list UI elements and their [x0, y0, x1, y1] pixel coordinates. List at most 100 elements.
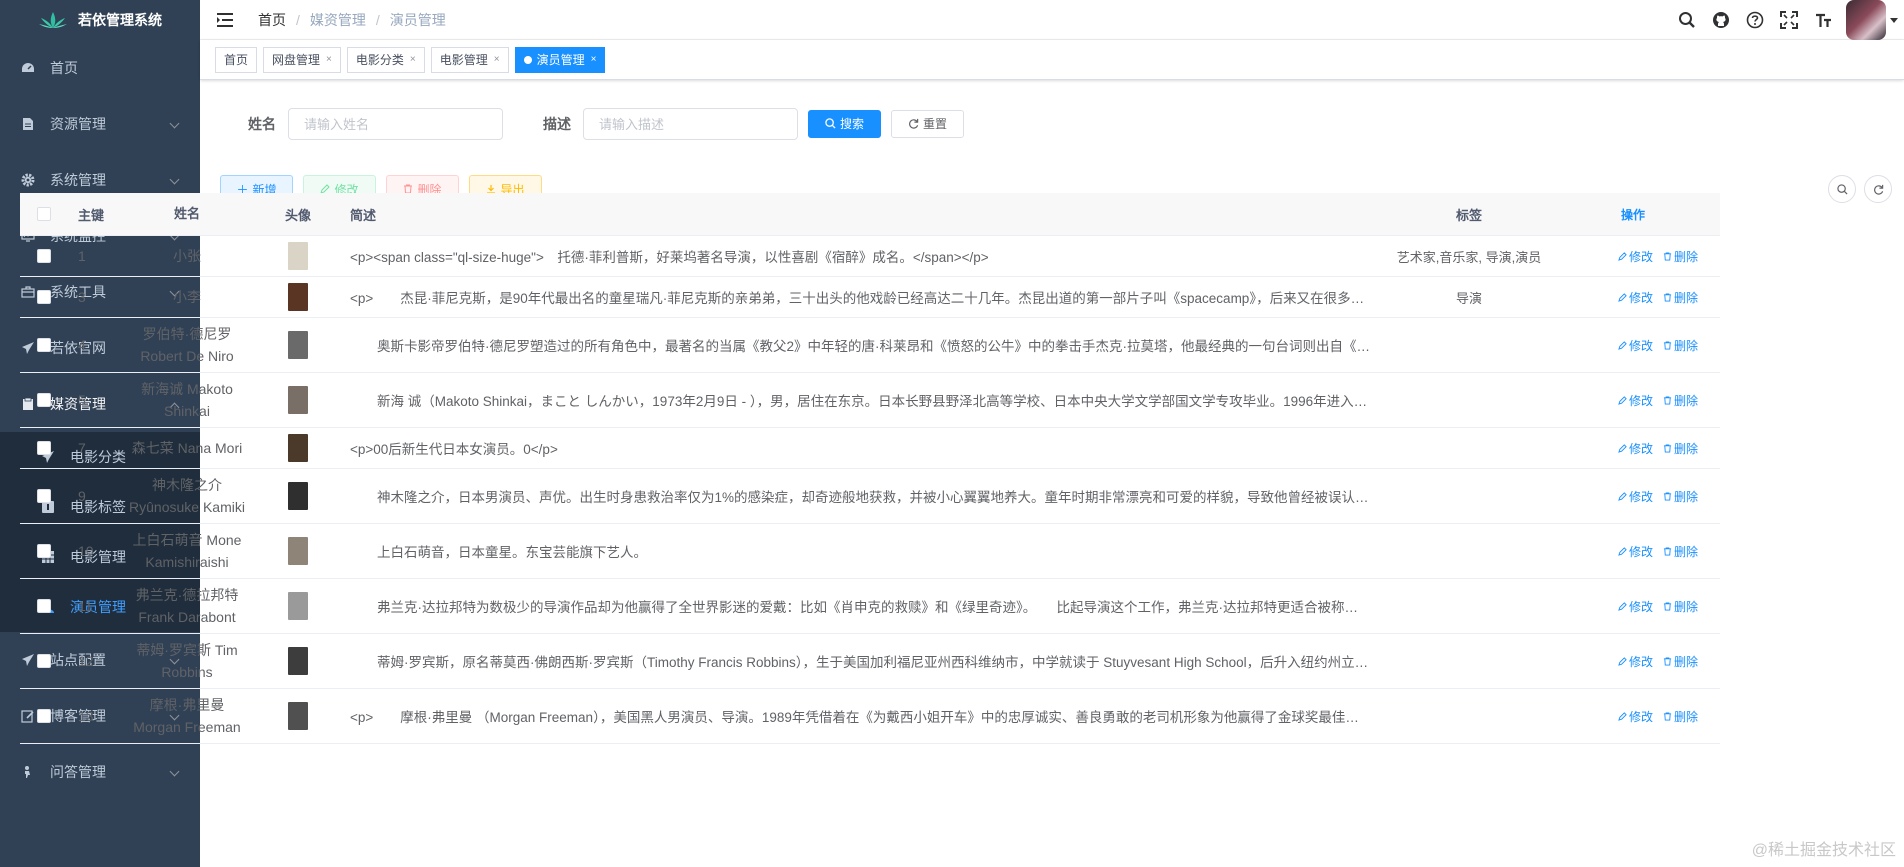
breadcrumb-item-home[interactable]: 首页: [258, 10, 286, 30]
row-edit-button[interactable]: 修改: [1618, 543, 1653, 560]
row-checkbox[interactable]: [37, 393, 51, 407]
user-avatar[interactable]: [1846, 0, 1886, 40]
actor-avatar-image[interactable]: [288, 702, 308, 730]
row-checkbox[interactable]: [37, 441, 51, 455]
row-checkbox[interactable]: [37, 709, 51, 723]
actor-avatar-image[interactable]: [288, 242, 308, 270]
table-row[interactable]: 5 新海诚 Makoto Shinkai 新海 诚（Makoto Shinkai，…: [20, 373, 1720, 428]
row-delete-label: 删除: [1673, 441, 1698, 456]
row-edit-button[interactable]: 修改: [1618, 392, 1653, 409]
sidebar-item-resources[interactable]: 资源管理: [0, 96, 200, 152]
trash-icon: [1663, 292, 1672, 302]
table-row[interactable]: 7 森七菜 Nana Mori <p>00后新生代日本女演员。0</p> 修改 删除: [20, 428, 1720, 469]
toggle-search-button[interactable]: [1828, 175, 1856, 203]
row-checkbox[interactable]: [37, 249, 51, 263]
table-row[interactable]: 10 上白石萌音 Mone Kamishiraishi 上白石萌音，日本童星。东宝…: [20, 524, 1720, 579]
row-checkbox[interactable]: [37, 290, 51, 304]
actor-avatar-image[interactable]: [288, 331, 308, 359]
row-desc-cell: 蒂姆·罗宾斯，原名蒂莫西·佛朗西斯·罗宾斯（Timothy Francis Ro…: [340, 651, 1380, 671]
guide-icon: [20, 764, 36, 780]
row-delete-button[interactable]: 删除: [1663, 708, 1698, 725]
table-row[interactable]: 11 弗兰克·德拉邦特 Frank Darabont 弗兰克·达拉邦特为数极少的导…: [20, 579, 1720, 634]
desc-input[interactable]: 请输入描述: [583, 107, 798, 140]
row-edit-button[interactable]: 修改: [1618, 440, 1653, 457]
search-button[interactable]: 搜索: [808, 109, 881, 138]
row-avatar-cell: [256, 331, 340, 359]
row-desc: 新海 诚（Makoto Shinkai，まこと しんかい，1973年2月9日 -…: [350, 394, 1370, 409]
table-row[interactable]: 9 神木隆之介 Ryûnosuke Kamiki 神木隆之介，日本男演员、声优。出…: [20, 469, 1720, 524]
row-checkbox[interactable]: [37, 599, 51, 613]
table-row[interactable]: 12 蒂姆·罗宾斯 Tim Robbins 蒂姆·罗宾斯，原名蒂莫西·佛朗西斯·罗…: [20, 634, 1720, 689]
reset-button[interactable]: 重置: [891, 109, 964, 138]
row-ops: 修改 删除: [1558, 708, 1698, 725]
row-delete-button[interactable]: 删除: [1663, 543, 1698, 560]
row-ops: 修改 删除: [1558, 653, 1698, 670]
actor-avatar-image[interactable]: [288, 386, 308, 414]
row-id: 11: [78, 598, 93, 614]
row-desc-cell: 新海 诚（Makoto Shinkai，まこと しんかい，1973年2月9日 -…: [340, 390, 1380, 410]
tag-movie-manage[interactable]: 电影管理 ×: [430, 46, 509, 73]
row-delete-button[interactable]: 删除: [1663, 488, 1698, 505]
table-row[interactable]: 3 小李 <p> 杰昆·菲尼克斯，是90年代最出名的童星瑞凡·菲尼克斯的亲弟弟，三十…: [20, 277, 1720, 318]
row-name: 摩根·弗里曼 Morgan Freeman: [133, 697, 241, 735]
font-size-icon[interactable]: [1806, 0, 1840, 40]
row-checkbox[interactable]: [37, 544, 51, 558]
row-edit-button[interactable]: 修改: [1618, 289, 1653, 306]
row-desc-cell: <p> 摩根·弗里曼 （Morgan Freeman），美国黑人男演员、导演。1…: [340, 706, 1380, 726]
table-row[interactable]: 4 罗伯特·德尼罗 Robert De Niro 奥斯卡影帝罗伯特·德尼罗塑造过的…: [20, 318, 1720, 373]
actor-avatar-image[interactable]: [288, 283, 308, 311]
hamburger-icon[interactable]: [216, 10, 236, 30]
close-icon[interactable]: ×: [591, 48, 597, 72]
search-form: 姓名 请输入姓名 描述 请输入描述 搜索 重置: [220, 86, 1884, 161]
table-row[interactable]: 1 小张 <p><span class="ql-size-huge"> 托德·菲利普…: [20, 236, 1720, 277]
row-checkbox[interactable]: [37, 654, 51, 668]
row-delete-button[interactable]: 删除: [1663, 289, 1698, 306]
actor-avatar-image[interactable]: [288, 434, 308, 462]
row-edit-button[interactable]: 修改: [1618, 248, 1653, 265]
row-delete-button[interactable]: 删除: [1663, 392, 1698, 409]
row-edit-button[interactable]: 修改: [1618, 488, 1653, 505]
logo[interactable]: 若依管理系统: [0, 0, 200, 40]
question-circle-icon[interactable]: [1738, 0, 1772, 40]
row-id: 10: [78, 543, 94, 559]
row-delete-button[interactable]: 删除: [1663, 337, 1698, 354]
row-delete-button[interactable]: 删除: [1663, 653, 1698, 670]
fullscreen-icon[interactable]: [1772, 0, 1806, 40]
tag-actor-manage[interactable]: 演员管理 ×: [514, 46, 606, 73]
row-edit-button[interactable]: 修改: [1618, 708, 1653, 725]
github-icon[interactable]: [1704, 0, 1738, 40]
actor-avatar-image[interactable]: [288, 647, 308, 675]
sidebar-item-qa[interactable]: 问答管理: [0, 744, 200, 800]
select-all-checkbox[interactable]: [37, 207, 51, 221]
actor-avatar-image[interactable]: [288, 537, 308, 565]
row-desc-cell: <p> 杰昆·菲尼克斯，是90年代最出名的童星瑞凡·菲尼克斯的亲弟弟，三十出头的…: [340, 287, 1380, 307]
actor-avatar-image[interactable]: [288, 482, 308, 510]
trash-icon: [1663, 340, 1672, 350]
refresh-table-button[interactable]: [1864, 175, 1892, 203]
row-edit-label: 修改: [1628, 441, 1653, 456]
tag-netdisk[interactable]: 网盘管理 ×: [263, 46, 341, 73]
actor-table: 主键 姓名 头像 简述 标签 操作 1 小张 <p><span class="ql-…: [20, 193, 1720, 744]
close-icon[interactable]: ×: [494, 48, 500, 72]
row-checkbox[interactable]: [37, 489, 51, 503]
tag-home[interactable]: 首页: [215, 46, 258, 73]
row-edit-label: 修改: [1628, 290, 1653, 305]
row-delete-button[interactable]: 删除: [1663, 248, 1698, 265]
lotus-logo-icon: [39, 12, 67, 28]
edit-icon: [1618, 443, 1627, 453]
close-icon[interactable]: ×: [326, 48, 332, 72]
search-icon[interactable]: [1670, 0, 1704, 40]
row-edit-button[interactable]: 修改: [1618, 653, 1653, 670]
actor-avatar-image[interactable]: [288, 592, 308, 620]
sidebar-item-home[interactable]: 首页: [0, 40, 200, 96]
name-input[interactable]: 请输入姓名: [288, 107, 503, 140]
table-row[interactable]: 13 摩根·弗里曼 Morgan Freeman <p> 摩根·弗里曼 （Morga…: [20, 689, 1720, 744]
row-delete-button[interactable]: 删除: [1663, 598, 1698, 615]
tag-movie-category[interactable]: 电影分类 ×: [346, 46, 425, 73]
close-icon[interactable]: ×: [410, 48, 416, 72]
row-edit-button[interactable]: 修改: [1618, 337, 1653, 354]
row-edit-button[interactable]: 修改: [1618, 598, 1653, 615]
caret-down-icon[interactable]: [1890, 17, 1898, 23]
row-delete-button[interactable]: 删除: [1663, 440, 1698, 457]
row-checkbox[interactable]: [37, 338, 51, 352]
